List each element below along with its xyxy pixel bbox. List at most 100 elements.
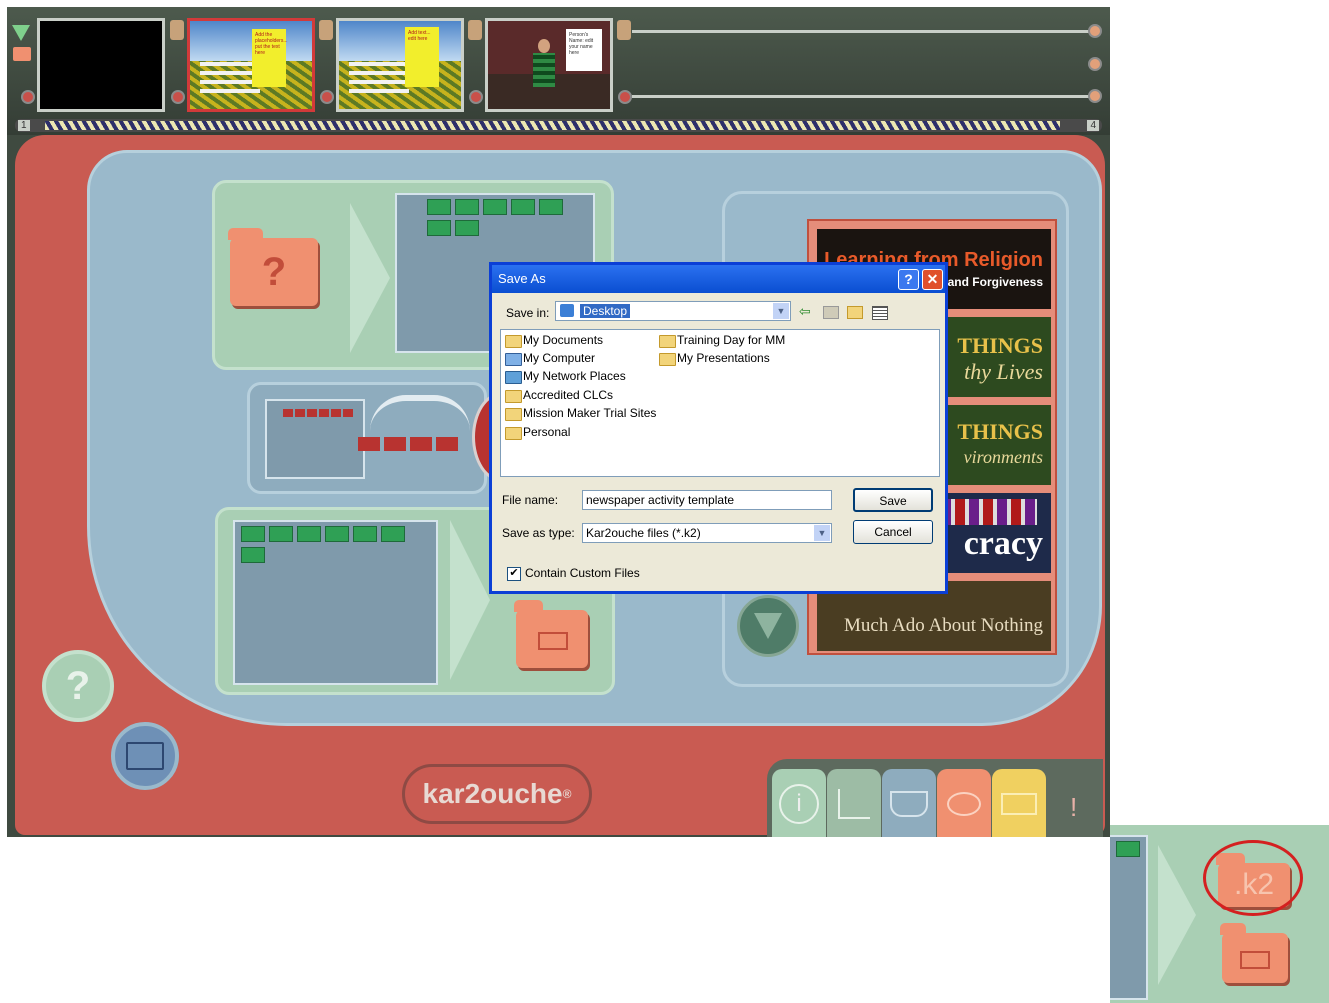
folder-icon	[505, 427, 522, 440]
screen-preview-large	[233, 520, 438, 685]
back-arrow-icon[interactable]: ⇦	[799, 303, 811, 320]
frame-note: Add the placeholders... put the text her…	[252, 29, 288, 87]
folder-icon	[659, 353, 676, 366]
frame-add-dot[interactable]	[21, 90, 35, 104]
transfer-box[interactable]	[247, 382, 487, 494]
timeline-folder-icon[interactable]	[13, 47, 31, 61]
timeline-end-delete[interactable]	[1088, 24, 1102, 38]
timeline-start-number: 1	[18, 120, 30, 131]
scroll-down-button[interactable]	[737, 595, 799, 657]
folder-icon	[505, 390, 522, 403]
zoomed-inset: .k2	[1110, 825, 1329, 1003]
dialog-title: Save As	[498, 271, 546, 286]
save-as-dialog: Save As ? ✕ Save in: Desktop ▼ ⇦ My Docu…	[489, 262, 948, 594]
list-item[interactable]: My Computer	[503, 350, 595, 367]
book-icon	[890, 791, 928, 817]
up-folder-icon[interactable]	[823, 306, 839, 319]
contain-custom-files-label: Contain Custom Files	[525, 566, 640, 580]
save-button[interactable]: Save	[853, 488, 933, 512]
save-in-label: Save in:	[506, 306, 550, 320]
chevron-down-icon[interactable]: ▼	[814, 525, 830, 541]
character-figure	[533, 39, 555, 109]
info-icon: i	[779, 784, 819, 824]
frame-add-dot[interactable]	[618, 90, 632, 104]
arrow-divider-icon	[450, 520, 490, 680]
list-item[interactable]: Accredited CLCs	[503, 387, 613, 404]
dialog-help-button[interactable]: ?	[898, 269, 919, 290]
tab-text[interactable]	[882, 769, 936, 837]
file-browser-list[interactable]: My Documents My Computer My Network Plac…	[500, 329, 940, 477]
folder-icon	[659, 335, 676, 348]
views-menu-icon[interactable]	[872, 306, 888, 320]
camera-folder-icon[interactable]	[1220, 923, 1288, 983]
list-item[interactable]: Personal	[503, 424, 570, 441]
chevron-down-icon[interactable]: ▼	[773, 303, 789, 319]
frame-add-dot[interactable]	[469, 90, 483, 104]
save-type-dropdown[interactable]: Kar2ouche files (*.k2) ▼	[582, 523, 832, 543]
network-icon	[505, 371, 522, 384]
tab-notes[interactable]	[992, 769, 1046, 837]
frame-note: Person's Name: edit your name here	[566, 29, 602, 71]
transfer-arrow-icon	[370, 395, 470, 431]
question-folder-icon[interactable]: ?	[228, 228, 318, 306]
new-folder-icon[interactable]	[847, 306, 863, 319]
timeline-end-page[interactable]	[1088, 57, 1102, 71]
tab-scenes[interactable]	[827, 769, 881, 837]
card-title: Much Ado About Nothing	[844, 615, 1043, 636]
frame-add-dot[interactable]	[320, 90, 334, 104]
storyboard-frame-1[interactable]	[37, 18, 165, 112]
folder-icon	[505, 408, 522, 421]
save-in-dropdown[interactable]: Desktop ▼	[555, 301, 791, 321]
red-squares-row	[358, 437, 462, 456]
file-name-input[interactable]: newspaper activity template	[582, 490, 832, 510]
camera-icon	[1240, 951, 1270, 969]
frame-note: Add text... edit here	[405, 27, 439, 87]
alert-icon[interactable]: !	[1070, 792, 1077, 823]
notepad-icon	[1001, 793, 1037, 815]
cancel-button[interactable]: Cancel	[853, 520, 933, 544]
timeline-expand-triangle-icon[interactable]	[12, 25, 30, 41]
file-name-label: File name:	[502, 493, 559, 507]
timeline-end-stack[interactable]	[1088, 89, 1102, 103]
timeline-end-number: 4	[1087, 120, 1099, 131]
timeline-track-top	[632, 30, 1097, 33]
desktop-icon	[560, 304, 574, 317]
tab-audio[interactable]	[937, 769, 991, 837]
small-screen-preview	[265, 399, 365, 479]
scene-icon	[838, 789, 870, 819]
folder-icon	[126, 742, 164, 770]
down-triangle-icon	[754, 613, 782, 639]
frame-add-dot[interactable]	[171, 90, 185, 104]
audio-icon	[947, 792, 981, 816]
dialog-title-bar[interactable]: Save As ? ✕	[492, 265, 945, 293]
storyboard-frame-4[interactable]: Person's Name: edit your name here	[485, 18, 613, 112]
tab-info[interactable]: i	[772, 769, 826, 837]
list-item[interactable]: Mission Maker Trial Sites	[503, 405, 656, 422]
documents-folder-icon	[505, 335, 522, 348]
camera-folder-icon[interactable]	[514, 600, 588, 668]
dialog-close-button[interactable]: ✕	[922, 269, 943, 290]
contain-custom-files-checkbox[interactable]: ✔	[507, 567, 521, 581]
list-item[interactable]: My Network Places	[503, 368, 626, 385]
inset-arrow-divider-icon	[1158, 845, 1196, 985]
frame-link-icon[interactable]	[170, 20, 184, 40]
timeline-scrollbar[interactable]: 1 4	[15, 119, 1102, 132]
open-folder-button[interactable]	[111, 722, 179, 790]
kar2ouche-logo: kar2ouche ®	[402, 764, 592, 824]
storyboard-frame-3[interactable]: Add text... edit here	[336, 18, 464, 112]
timeline-scroll-track[interactable]	[45, 121, 1060, 130]
inset-screen-preview	[1110, 835, 1148, 1000]
save-in-value: Desktop	[580, 304, 631, 318]
list-item[interactable]: Training Day for MM	[657, 332, 785, 349]
list-item[interactable]: My Documents	[503, 332, 603, 349]
frame-link-icon[interactable]	[468, 20, 482, 40]
camera-icon	[538, 632, 568, 650]
help-button[interactable]: ?	[42, 650, 114, 722]
arrow-divider-icon	[350, 203, 390, 353]
list-item[interactable]: My Presentations	[657, 350, 770, 367]
help-icon: ?	[65, 663, 91, 708]
frame-link-icon[interactable]	[617, 20, 631, 40]
storyboard-frame-2[interactable]: Add the placeholders... put the text her…	[187, 18, 315, 112]
frame-link-icon[interactable]	[319, 20, 333, 40]
storyboard-timeline: Add the placeholders... put the text her…	[7, 7, 1110, 135]
